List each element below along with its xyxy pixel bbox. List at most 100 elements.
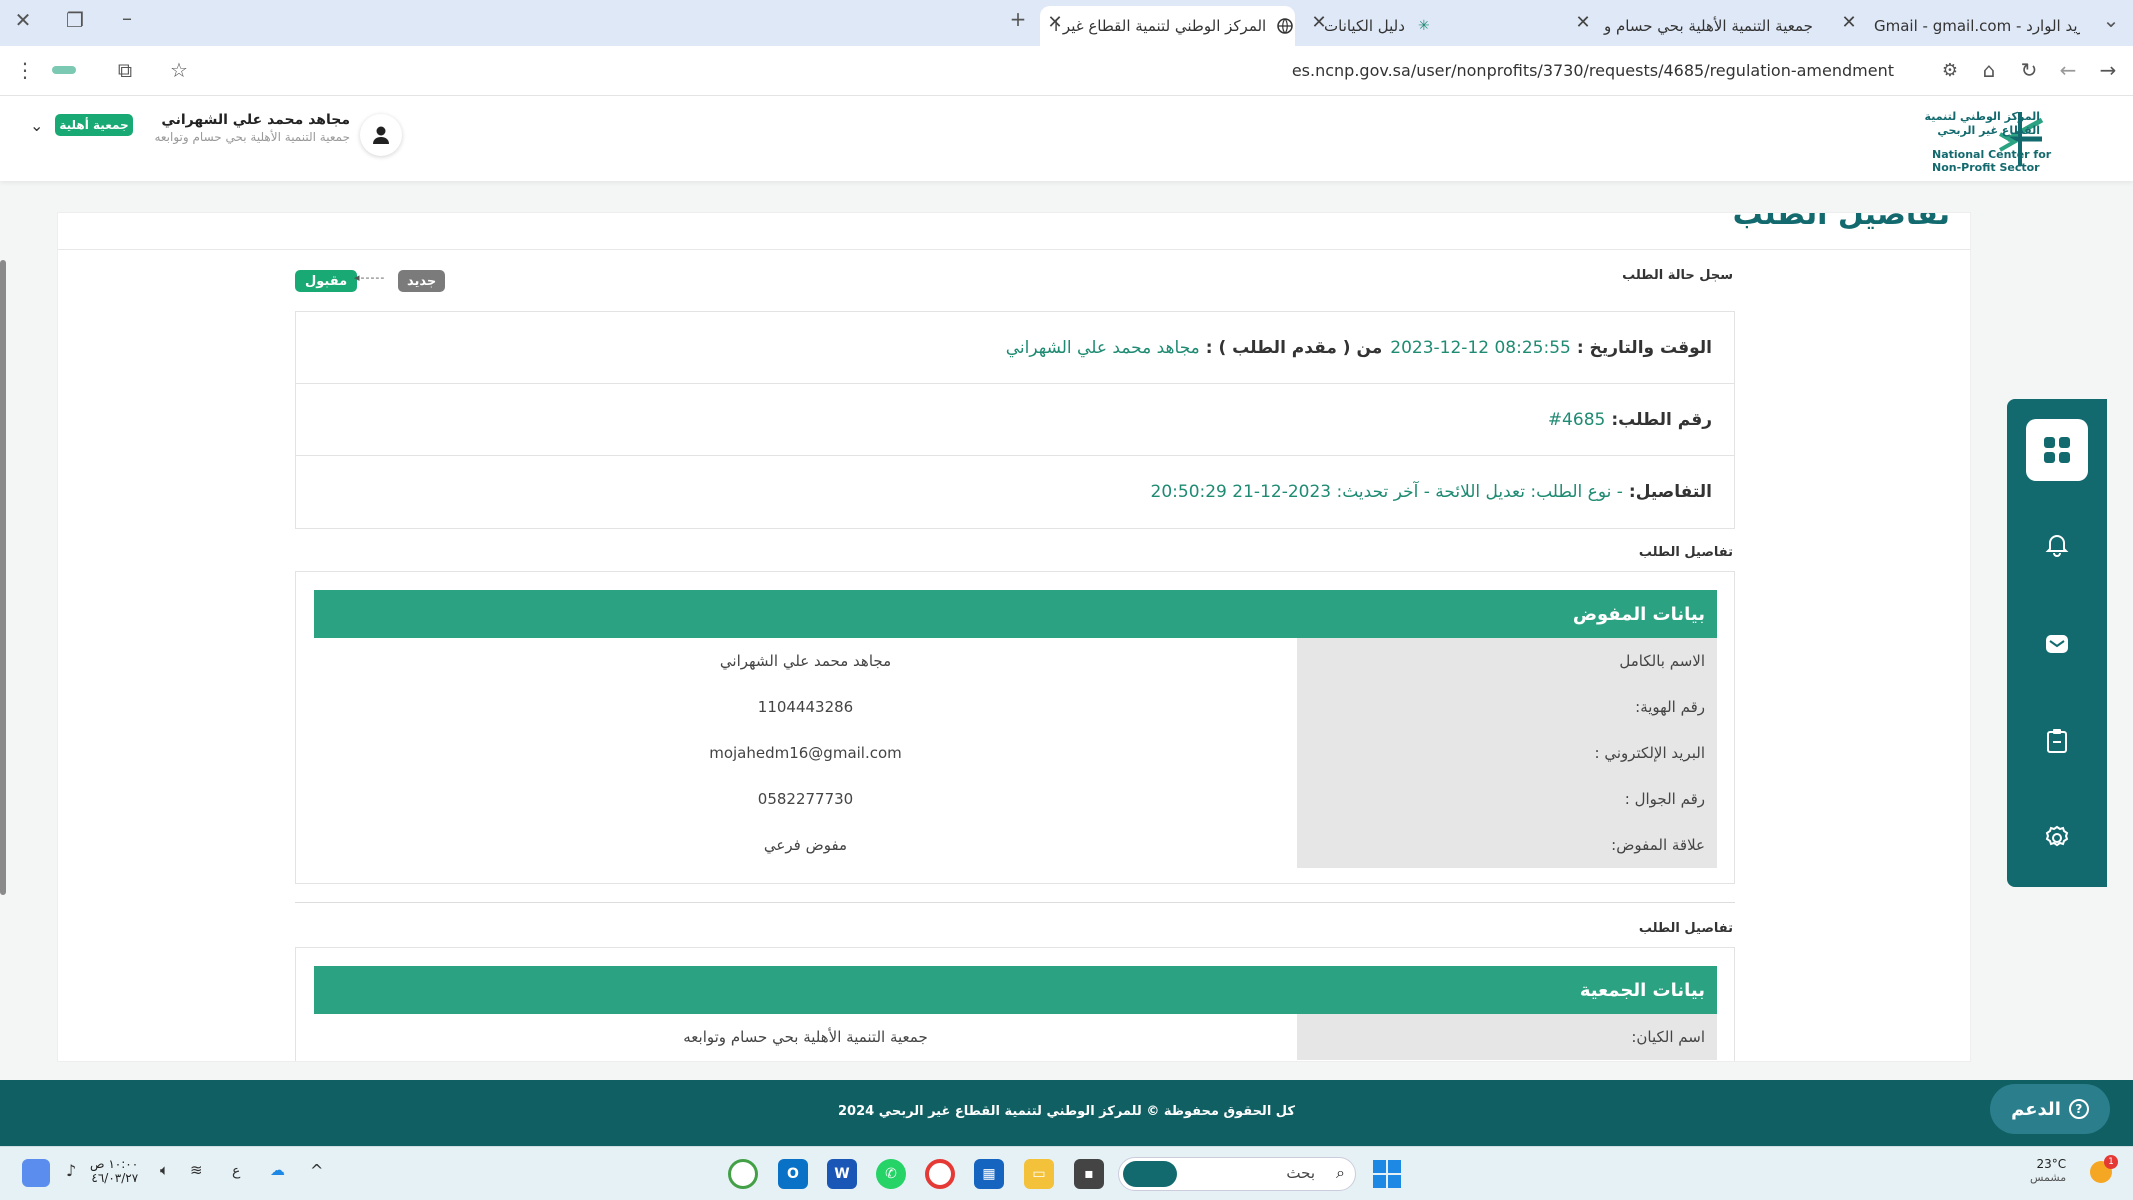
request-details-card: تفاصيل الطلب سجل حالة الطلب مقبول ◂-----… xyxy=(57,212,1971,1062)
search-highlight-icon xyxy=(1123,1161,1177,1187)
requests-button[interactable] xyxy=(2032,716,2082,766)
onedrive-icon[interactable]: ☁ xyxy=(270,1161,285,1179)
delegate-panel-header: بيانات المفوض xyxy=(314,590,1717,638)
close-tab-icon[interactable]: ✕ xyxy=(1838,12,1860,33)
tab-title: البريد الوارد - Gmail - gmail.com xyxy=(1874,17,2080,35)
bookmark-star-icon[interactable]: ☆ xyxy=(166,58,192,82)
url-text: es.ncnp.gov.sa/user/nonprofits/3730/requ… xyxy=(1291,61,1894,80)
tray-chevron-icon[interactable]: ^ xyxy=(310,1161,323,1180)
dashboard-button[interactable] xyxy=(2026,419,2088,481)
home-icon[interactable]: ⌂ xyxy=(1976,58,2002,82)
tab-search-chevron-icon[interactable]: ⌄ xyxy=(2098,8,2124,32)
widgets-icon[interactable] xyxy=(22,1159,50,1187)
support-button[interactable]: ? الدعم xyxy=(1990,1084,2110,1134)
site-footer: كل الحقوق محفوظة © للمركز الوطني لتنمية … xyxy=(0,1080,2133,1146)
tab-entities-guide[interactable]: ✳ دليل الكيانات xyxy=(1310,6,1565,46)
user-icon xyxy=(373,126,389,144)
reload-icon[interactable]: ↻ xyxy=(2016,58,2042,82)
address-bar[interactable]: es.ncnp.gov.sa/user/nonprofits/3730/requ… xyxy=(190,52,1970,90)
tab-gmail[interactable]: M البريد الوارد - Gmail - gmail.com xyxy=(1860,6,2080,46)
notification-count-badge: 1 xyxy=(2104,1155,2118,1169)
minimize-window-icon[interactable]: – xyxy=(114,6,140,30)
globe-icon xyxy=(1276,17,1294,35)
divider xyxy=(58,249,1970,250)
mail-icon xyxy=(2046,635,2068,653)
whatsapp-icon[interactable]: ✆ xyxy=(876,1159,906,1189)
tab-association[interactable]: R جمعية التنمية الأهلية بحي حسام و xyxy=(1590,6,1820,46)
user-name: مجاهد محمد علي الشهراني xyxy=(161,112,350,128)
extension-icon[interactable] xyxy=(52,66,76,74)
close-window-icon[interactable]: ✕ xyxy=(10,8,36,32)
search-icon: ⌕ xyxy=(1336,1163,1345,1182)
user-block[interactable]: مجاهد محمد علي الشهراني جمعية التنمية ال… xyxy=(120,112,350,144)
tab-ncnp-active[interactable]: المركز الوطني لتنمية القطاع غير ا xyxy=(1040,6,1295,46)
request-details-title: تفاصيل الطلب xyxy=(1638,545,1733,560)
status-log-title: سجل حالة الطلب xyxy=(1622,268,1733,283)
language-indicator[interactable]: ع xyxy=(232,1163,240,1179)
grid-icon xyxy=(2044,437,2070,463)
wifi-icon[interactable]: ≋ xyxy=(190,1161,203,1179)
avatar[interactable] xyxy=(360,114,402,156)
new-tab-icon[interactable]: + xyxy=(1005,7,1031,31)
extensions-puzzle-icon[interactable]: ⧉ xyxy=(112,58,138,82)
close-tab-icon[interactable]: ✕ xyxy=(1572,12,1594,33)
back-icon[interactable]: → xyxy=(2095,58,2121,82)
info-row-details: التفاصيل: - نوع الطلب: تعديل اللائحة - آ… xyxy=(1150,482,1712,502)
tab-title: المركز الوطني لتنمية القطاع غير ا xyxy=(1054,17,1267,35)
browser-app-icon[interactable] xyxy=(728,1159,758,1189)
restore-window-icon[interactable]: ❐ xyxy=(62,8,88,32)
kv-row: رقم الجوال : 0582277730 xyxy=(314,776,1717,822)
taskbar-search[interactable]: بحث ⌕ xyxy=(1118,1157,1356,1191)
page-scrollbar[interactable] xyxy=(0,260,6,895)
tab-title: دليل الكيانات xyxy=(1324,17,1405,35)
request-info-box: الوقت والتاريخ : 2023-12-12 08:25:55 من … xyxy=(295,311,1735,529)
gear-icon xyxy=(2045,825,2069,847)
outlook-icon[interactable]: O xyxy=(778,1159,808,1189)
close-tab-icon[interactable]: ✕ xyxy=(1308,12,1330,33)
windows-start-icon[interactable] xyxy=(1372,1159,1402,1189)
clock[interactable]: ١٠:٠٠ ص ٤٦/٠٣/٢٧ xyxy=(90,1157,138,1185)
store-icon[interactable]: ▦ xyxy=(974,1159,1004,1189)
help-icon: ? xyxy=(2068,1099,2089,1119)
settings-button[interactable] xyxy=(2032,813,2082,863)
status-arrow: ◂----- xyxy=(354,271,386,284)
info-row-datetime: الوقت والتاريخ : 2023-12-12 08:25:55 من … xyxy=(296,312,1734,384)
logo-text: المركز الوطني لتنمية القطاع غير الربحي xyxy=(1924,110,2040,137)
kv-row: الاسم بالكامل مجاهد محمد علي الشهراني xyxy=(314,638,1717,684)
org-panel-header: بيانات الجمعية xyxy=(314,966,1717,1014)
browser-toolbar: ⋮ ⧉ ☆ es.ncnp.gov.sa/user/nonprofits/373… xyxy=(0,46,2133,96)
side-nav xyxy=(2007,399,2107,887)
notifications-button[interactable] xyxy=(2032,519,2082,569)
messages-button[interactable] xyxy=(2032,619,2082,669)
os-taskbar: 1 23°C مشمس بحث ⌕ ▪ ▭ ▦ ✆ W O ^ ☁ ع ≋ 🔈︎… xyxy=(0,1146,2133,1200)
ncnp-icon: ✳ xyxy=(1418,18,1430,34)
request-details-title: تفاصيل الطلب xyxy=(1638,921,1733,936)
kv-row: البريد الإلكتروني : mojahedm16@gmail.com xyxy=(314,730,1717,776)
browser-tab-strip: ✕ ❐ – + المركز الوطني لتنمية القطاع غير … xyxy=(0,0,2133,46)
file-explorer-icon[interactable]: ▭ xyxy=(1024,1159,1054,1189)
clipboard-icon xyxy=(2047,729,2067,753)
bell-icon xyxy=(2045,535,2069,557)
site-header: المركز الوطني لتنمية القطاع غير الربحي N… xyxy=(0,96,2133,181)
site-info-icon[interactable]: ⚙ xyxy=(1942,60,1958,81)
notification-bell-icon[interactable]: ♪ xyxy=(66,1161,76,1180)
delegate-panel: بيانات المفوض الاسم بالكامل مجاهد محمد ع… xyxy=(295,571,1735,884)
org-name: جمعية التنمية الأهلية بحي حسام وتوابعه xyxy=(154,130,350,144)
logo-text-en: National Center for Non-Profit Sector xyxy=(1932,148,2052,174)
browser-menu-icon[interactable]: ⋮ xyxy=(12,58,38,82)
kv-row: علاقة المفوض: مفوض فرعي xyxy=(314,822,1717,868)
volume-icon[interactable]: 🔈︎ xyxy=(160,1161,169,1179)
word-icon[interactable]: W xyxy=(827,1159,857,1189)
status-badge-accepted: مقبول xyxy=(295,270,358,292)
copyright-text: كل الحقوق محفوظة © للمركز الوطني لتنمية … xyxy=(838,1104,1295,1119)
chrome-icon[interactable] xyxy=(925,1159,955,1189)
close-tab-icon[interactable]: ✕ xyxy=(1044,12,1066,33)
chevron-down-icon[interactable]: ⌄ xyxy=(30,116,43,135)
kv-row: اسم الكيان: جمعية التنمية الأهلية بحي حس… xyxy=(314,1014,1717,1060)
app-icon-terminal[interactable]: ▪ xyxy=(1074,1159,1104,1189)
weather-temp[interactable]: 23°C مشمس xyxy=(2030,1157,2066,1184)
status-badge-new: جديد xyxy=(398,270,446,292)
org-type-badge: جمعية أهلية xyxy=(55,114,133,136)
forward-icon[interactable]: ← xyxy=(2055,58,2081,82)
tab-title: جمعية التنمية الأهلية بحي حسام و xyxy=(1604,17,1813,35)
